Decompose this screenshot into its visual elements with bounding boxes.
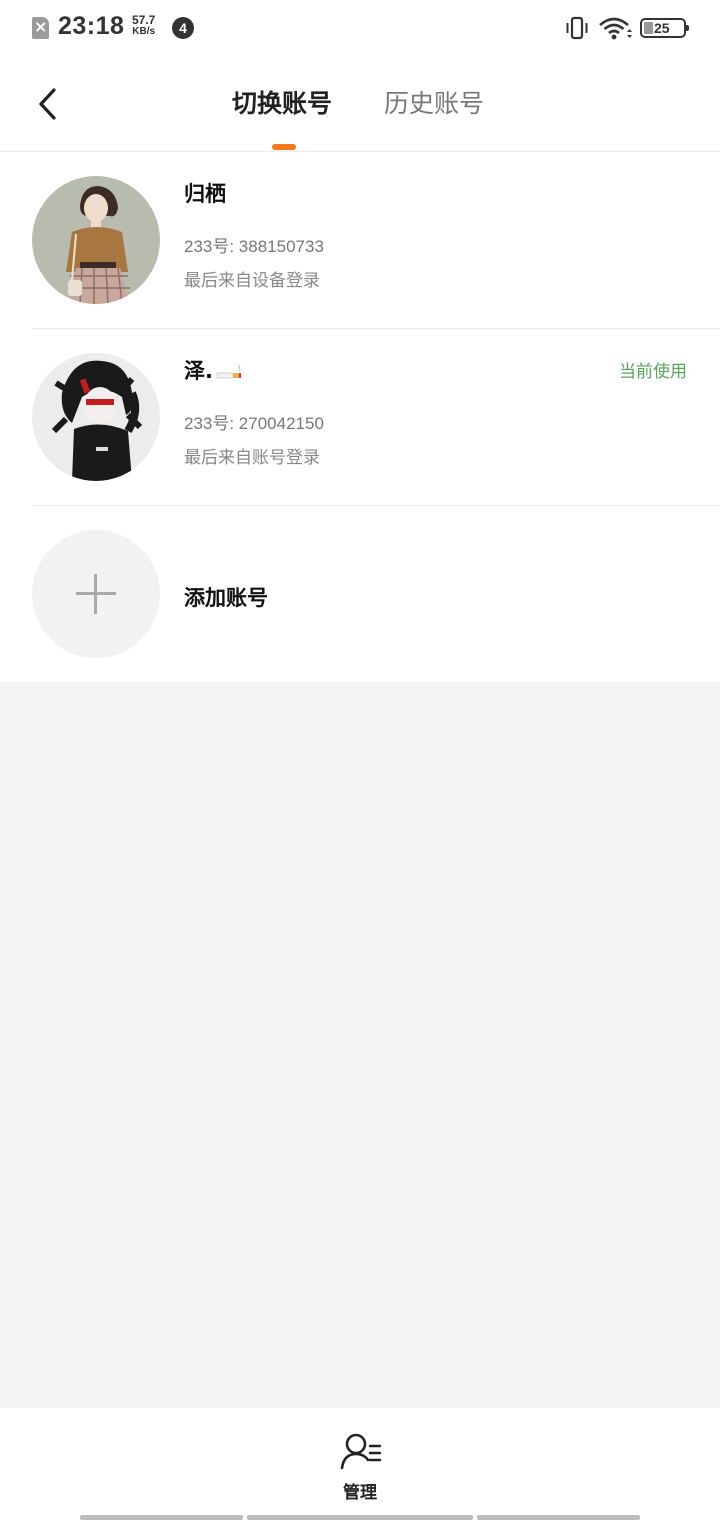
account-list: 归栖 233号: 388150733 最后来自设备登录 泽. 当前使用 233号… xyxy=(0,152,720,682)
account-name: 归栖 xyxy=(184,182,226,206)
add-account-button[interactable] xyxy=(32,530,160,658)
header: 切换账号 历史账号 xyxy=(0,58,720,152)
bottom-bar: 管理 xyxy=(0,1408,720,1520)
status-bar: 23:18 57.7 KB/s 4 25 xyxy=(0,0,720,58)
system-nav-segment[interactable] xyxy=(80,1515,243,1520)
account-row-2[interactable]: 泽. 当前使用 233号: 270042150 最后来自账号登录 xyxy=(0,329,720,505)
last-login-source: 最后来自设备登录 xyxy=(184,271,320,291)
system-nav-segment[interactable] xyxy=(247,1515,473,1520)
manage-label: 管理 xyxy=(343,1483,377,1503)
battery-icon: 25 xyxy=(640,18,689,38)
tab-switch-account[interactable]: 切换账号 xyxy=(232,88,332,120)
wifi-icon xyxy=(599,17,632,40)
status-time: 23:18 xyxy=(58,12,125,40)
account-row-1[interactable]: 归栖 233号: 388150733 最后来自设备登录 xyxy=(0,152,720,328)
network-speed-unit: KB/s xyxy=(132,26,156,37)
system-nav-segment[interactable] xyxy=(477,1515,640,1520)
notification-count-badge: 4 xyxy=(172,17,194,39)
network-speed: 57.7 KB/s xyxy=(132,14,155,38)
account-id: 233号: 388150733 xyxy=(184,237,324,256)
avatar xyxy=(32,353,160,481)
account-name: 泽. xyxy=(184,355,243,385)
tab-history-account[interactable]: 历史账号 xyxy=(384,88,484,120)
last-login-source: 最后来自账号登录 xyxy=(184,448,320,468)
cigarette-emoji-icon xyxy=(216,364,241,379)
current-in-use-label: 当前使用 xyxy=(619,362,687,382)
battery-fill xyxy=(644,22,653,34)
user-manage-icon xyxy=(340,1433,382,1470)
account-id: 233号: 270042150 xyxy=(184,414,324,433)
avatar xyxy=(32,176,160,304)
add-account-row[interactable]: 添加账号 xyxy=(0,506,720,682)
network-speed-value: 57.7 xyxy=(132,13,156,27)
no-sim-icon xyxy=(32,17,49,39)
add-account-label: 添加账号 xyxy=(184,586,268,610)
vibrate-icon xyxy=(566,16,588,40)
back-arrow-icon[interactable] xyxy=(28,80,68,128)
active-tab-indicator xyxy=(272,144,296,150)
manage-button[interactable]: 管理 xyxy=(320,1430,400,1503)
battery-level: 25 xyxy=(654,20,670,36)
